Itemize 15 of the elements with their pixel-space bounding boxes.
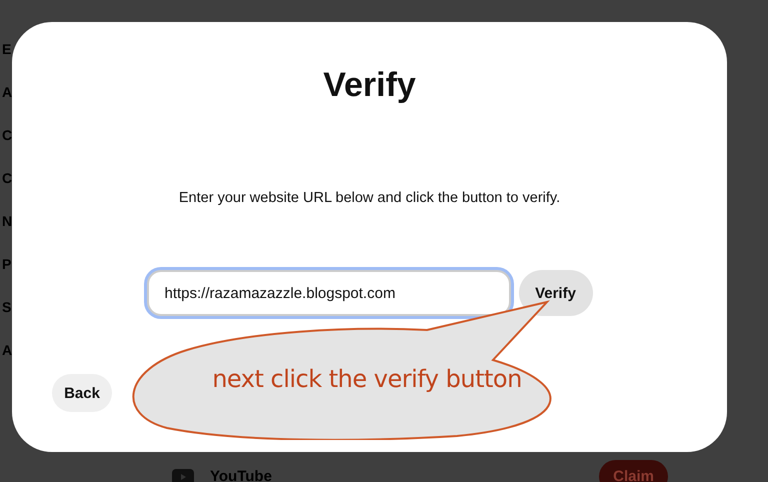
sidebar-label: S <box>2 298 12 317</box>
sidebar-label: C <box>2 126 12 145</box>
dialog-title: Verify <box>323 65 416 106</box>
sidebar-label: A <box>2 341 12 360</box>
sidebar-label: E <box>2 40 12 59</box>
sidebar-label: N <box>2 212 12 231</box>
dialog-description: Enter your website URL below and click the button to verify. <box>178 190 560 206</box>
account-label: YouTube <box>210 468 273 482</box>
url-field[interactable]: https://razamazazzle.blogspot.com <box>146 270 510 316</box>
verify-button[interactable]: Verify <box>518 270 592 316</box>
sidebar-label: A <box>2 83 12 102</box>
sidebar-label: C <box>2 169 12 188</box>
callout-text: next click the verify button <box>211 365 523 393</box>
back-button[interactable]: Back <box>52 374 112 412</box>
sidebar-label: P <box>2 255 12 274</box>
